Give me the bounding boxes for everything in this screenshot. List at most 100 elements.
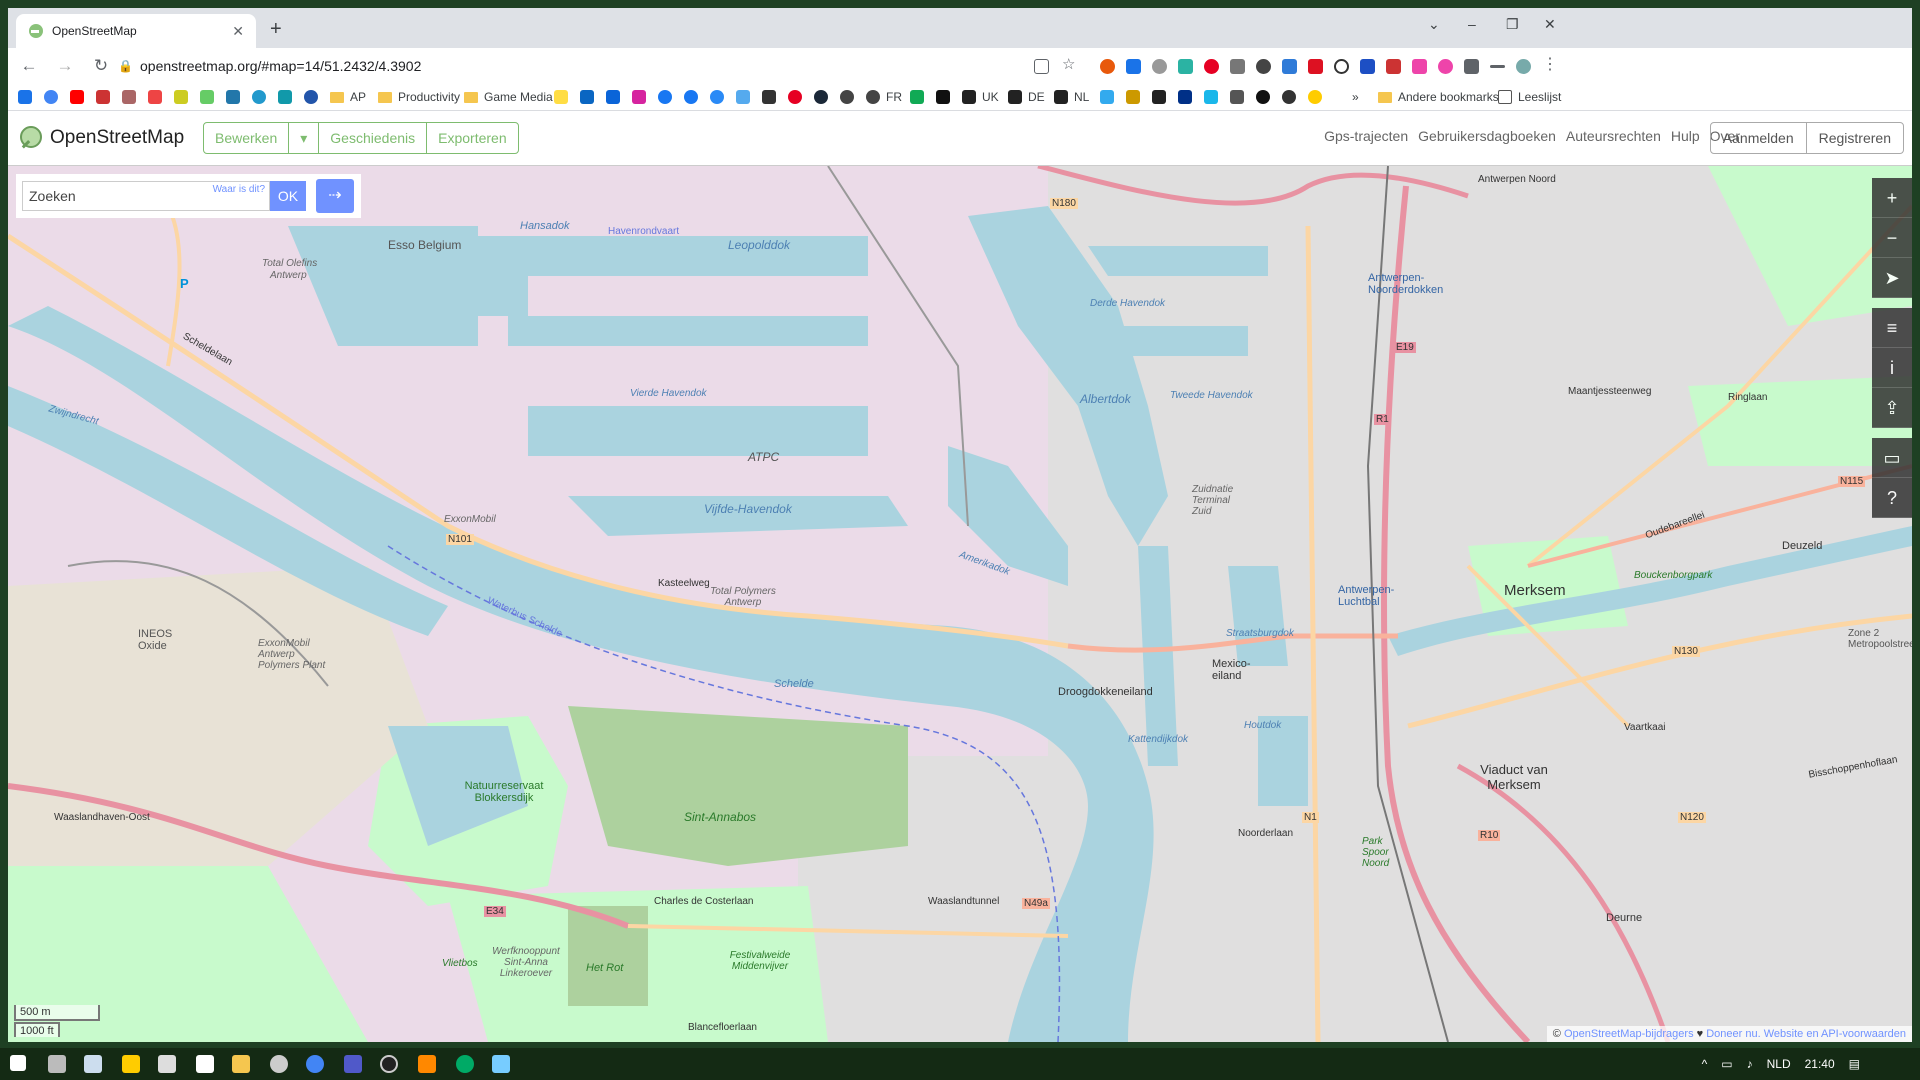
share-icon[interactable]: ⇪: [1872, 388, 1912, 428]
bookmark-24[interactable]: [1308, 90, 1328, 104]
osm-logo[interactable]: OpenStreetMap: [18, 125, 184, 151]
taskbar-app-4[interactable]: [158, 1055, 176, 1073]
close-window-button[interactable]: ✕: [1544, 16, 1556, 33]
bookmark-amazon-uk[interactable]: UK: [962, 90, 999, 104]
bookmark-instagram[interactable]: [632, 90, 652, 104]
extension-icon-4[interactable]: [1178, 59, 1193, 74]
bookmark-17[interactable]: [936, 90, 956, 104]
bookmark-amazon-nl[interactable]: NL: [1054, 90, 1089, 104]
windows-start-icon[interactable]: [10, 1055, 26, 1071]
bookmark-folder-other[interactable]: Andere bookmarks: [1378, 90, 1499, 104]
bookmark-star[interactable]: [18, 90, 38, 104]
bookmark-folder-productivity[interactable]: Productivity: [378, 90, 460, 104]
minimize-button[interactable]: –: [1468, 16, 1476, 32]
search-go-button[interactable]: OK: [270, 181, 306, 211]
teams-icon[interactable]: [344, 1055, 362, 1073]
menu-icon[interactable]: ⋮: [1542, 54, 1558, 73]
bookmark-folder-ap[interactable]: AP: [330, 90, 366, 104]
extension-icon-12[interactable]: [1386, 59, 1401, 74]
reload-icon[interactable]: ↻: [86, 56, 116, 76]
bookmark-15[interactable]: [840, 90, 860, 104]
bookmark-5[interactable]: [148, 90, 168, 104]
maximize-button[interactable]: ❐: [1506, 16, 1519, 33]
bookmark-messenger[interactable]: [710, 90, 730, 104]
nav-copyright[interactable]: Auteursrechten: [1566, 128, 1661, 144]
bookmark-11[interactable]: [304, 90, 324, 104]
map-tiles[interactable]: [8, 166, 1912, 1042]
bookmark-outlook[interactable]: [606, 90, 626, 104]
taskbar-app-5[interactable]: [196, 1055, 214, 1073]
bookmark-facebook[interactable]: [658, 90, 678, 104]
bookmark-steam[interactable]: [814, 90, 834, 104]
bookmark-9[interactable]: [252, 90, 272, 104]
terms-link[interactable]: Website en API-voorwaarden: [1764, 1028, 1906, 1040]
taskbar-app-2[interactable]: [84, 1055, 102, 1073]
query-features-icon[interactable]: ?: [1872, 478, 1912, 518]
bookmark-18[interactable]: [1100, 90, 1120, 104]
star-icon[interactable]: ☆: [1062, 55, 1077, 73]
zoom-out-button[interactable]: −: [1872, 218, 1912, 258]
map-key-icon[interactable]: i: [1872, 348, 1912, 388]
tray-chevron-up-icon[interactable]: ^: [1702, 1057, 1708, 1071]
bookmark-fr[interactable]: FR: [866, 90, 902, 104]
share-icon[interactable]: [1034, 59, 1049, 74]
extension-icon-14[interactable]: [1438, 59, 1453, 74]
extension-icon-7[interactable]: [1256, 59, 1271, 74]
extension-icon-8[interactable]: [1282, 59, 1297, 74]
back-icon[interactable]: ←: [14, 56, 44, 76]
volume-icon[interactable]: ♪: [1747, 1057, 1753, 1071]
bookmark-amazon-de[interactable]: DE: [1008, 90, 1045, 104]
edit-button[interactable]: Bewerken: [204, 123, 290, 153]
extension-icon-6[interactable]: [1230, 59, 1245, 74]
locate-icon[interactable]: ➤: [1872, 258, 1912, 298]
language-indicator[interactable]: NLD: [1767, 1057, 1791, 1071]
bookmark-21[interactable]: [1204, 90, 1224, 104]
network-icon[interactable]: ▭: [1721, 1057, 1732, 1071]
register-button[interactable]: Registreren: [1807, 123, 1903, 153]
export-button[interactable]: Exporteren: [427, 123, 517, 153]
layers-icon[interactable]: ≡: [1872, 308, 1912, 348]
bookmark-facebook-2[interactable]: [684, 90, 704, 104]
media-icon[interactable]: [1490, 65, 1505, 68]
extension-icon-1[interactable]: [1100, 59, 1115, 74]
extension-icon-13[interactable]: [1412, 59, 1427, 74]
extension-icon-3[interactable]: [1152, 59, 1167, 74]
extension-icon-11[interactable]: [1360, 59, 1375, 74]
bookmark-8[interactable]: [226, 90, 246, 104]
zoom-in-button[interactable]: +: [1872, 178, 1912, 218]
where-is-this-link[interactable]: Waar is dit?: [213, 184, 265, 195]
nav-user-diaries[interactable]: Gebruikersdagboeken: [1418, 128, 1556, 144]
bookmark-16[interactable]: [910, 90, 930, 104]
tab-search-icon[interactable]: ⌄: [1428, 16, 1440, 33]
bookmark-google[interactable]: [44, 90, 64, 104]
nav-gps-traces[interactable]: Gps-trajecten: [1324, 128, 1408, 144]
history-button[interactable]: Geschiedenis: [319, 123, 428, 153]
taskbar-app-1[interactable]: [48, 1055, 66, 1073]
taskbar-app-7[interactable]: [270, 1055, 288, 1073]
map-canvas[interactable]: Esso Belgium Hansadok Havenrondvaart Leo…: [8, 166, 1912, 1042]
bookmark-github[interactable]: [1256, 90, 1276, 104]
bookmark-paypal[interactable]: [1178, 90, 1198, 104]
tab-close-icon[interactable]: ✕: [232, 23, 244, 40]
bookmark-19[interactable]: [1126, 90, 1146, 104]
bookmark-12[interactable]: [554, 90, 574, 104]
bookmark-13[interactable]: [736, 90, 756, 104]
bookmark-folder-game-media[interactable]: Game Media: [464, 90, 553, 104]
directions-icon[interactable]: ⇢: [316, 179, 354, 213]
bookmark-22[interactable]: [1230, 90, 1250, 104]
donate-link[interactable]: Doneer nu.: [1706, 1028, 1760, 1040]
adblock-extension-icon[interactable]: [1308, 59, 1323, 74]
bookmark-14[interactable]: [762, 90, 782, 104]
taskbar-app-10[interactable]: [380, 1055, 398, 1073]
bookmark-linkedin[interactable]: [580, 90, 600, 104]
bookmark-7[interactable]: [200, 90, 220, 104]
taskbar-app-13[interactable]: [492, 1055, 510, 1073]
bookmark-pinterest[interactable]: [788, 90, 808, 104]
bookmark-20[interactable]: [1152, 90, 1172, 104]
notifications-icon[interactable]: ▤: [1849, 1057, 1860, 1071]
vlc-icon[interactable]: [418, 1055, 436, 1073]
taskbar-app-3[interactable]: [122, 1055, 140, 1073]
pinterest-extension-icon[interactable]: [1204, 59, 1219, 74]
nav-help[interactable]: Hulp: [1671, 128, 1700, 144]
bookmarks-overflow[interactable]: »: [1352, 90, 1359, 104]
